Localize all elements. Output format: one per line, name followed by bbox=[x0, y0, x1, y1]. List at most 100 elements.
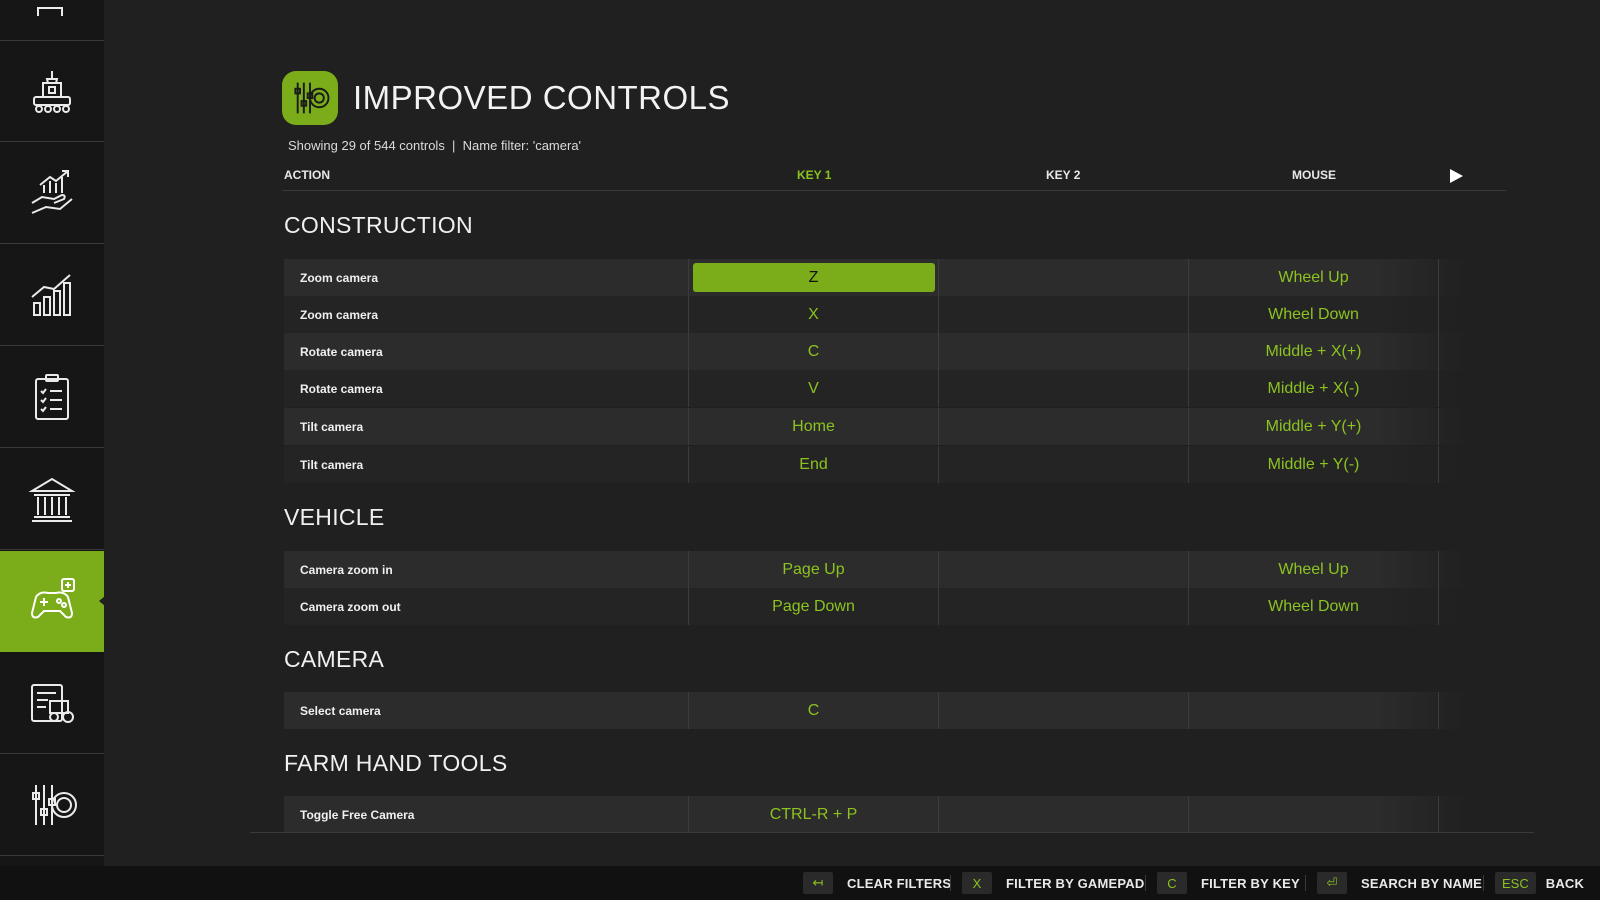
action-label: Camera zoom out bbox=[300, 599, 401, 614]
settings-icon bbox=[32, 785, 77, 825]
filter-by-gamepad-button[interactable]: X FILTER BY GAMEPAD bbox=[962, 872, 1144, 894]
statistics-icon bbox=[31, 274, 71, 316]
key1-binding[interactable]: End bbox=[688, 446, 938, 483]
search-by-name-label: SEARCH BY NAME bbox=[1361, 875, 1483, 891]
cell-divider bbox=[1438, 333, 1439, 370]
action-label: Zoom camera bbox=[300, 270, 379, 285]
sidebar-item-contracts[interactable] bbox=[0, 347, 104, 448]
key1-binding[interactable]: C bbox=[688, 692, 938, 729]
footer-action-bar: ↤ CLEAR FILTERS X FILTER BY GAMEPAD C FI… bbox=[0, 866, 1600, 900]
bank-icon bbox=[28, 477, 76, 522]
table-row[interactable]: Rotate camera C Middle + X(+) bbox=[284, 333, 1470, 370]
filter-by-key-label: FILTER BY KEY bbox=[1201, 875, 1300, 891]
table-row[interactable]: Rotate camera V Middle + X(-) bbox=[284, 370, 1470, 407]
key2-binding[interactable] bbox=[938, 588, 1188, 625]
key1-binding[interactable]: Page Down bbox=[688, 588, 938, 625]
sidebar-item-settings[interactable] bbox=[0, 755, 104, 856]
filter-by-gamepad-label: FILTER BY GAMEPAD bbox=[1006, 875, 1145, 891]
action-label: Rotate camera bbox=[300, 344, 383, 359]
column-header-key2[interactable]: KEY 2 bbox=[1046, 168, 1080, 182]
mouse-binding[interactable]: Wheel Down bbox=[1188, 588, 1438, 625]
action-label: Rotate camera bbox=[300, 381, 383, 396]
key2-binding[interactable] bbox=[938, 446, 1188, 483]
key1-binding[interactable]: X bbox=[688, 296, 938, 333]
esc-key-icon: ESC bbox=[1495, 872, 1536, 894]
backspace-key-icon: ↤ bbox=[803, 872, 833, 894]
key2-binding[interactable] bbox=[938, 408, 1188, 445]
key1-binding[interactable]: C bbox=[688, 333, 938, 370]
enter-key-icon: ⏎ bbox=[1317, 872, 1347, 894]
table-row[interactable]: Tilt camera Home Middle + Y(+) bbox=[284, 408, 1470, 445]
mouse-binding[interactable]: Middle + Y(-) bbox=[1188, 446, 1438, 483]
table-row[interactable]: Select camera C bbox=[284, 692, 1470, 729]
mouse-binding[interactable]: Middle + X(-) bbox=[1188, 370, 1438, 407]
key1-binding[interactable]: Z bbox=[688, 259, 938, 296]
column-header-key1[interactable]: KEY 1 bbox=[797, 168, 831, 182]
mouse-binding[interactable]: Wheel Up bbox=[1188, 551, 1438, 588]
action-label: Zoom camera bbox=[300, 307, 379, 322]
mod-logo bbox=[282, 71, 338, 125]
mouse-binding[interactable]: Wheel Up bbox=[1188, 259, 1438, 296]
action-label: Toggle Free Camera bbox=[300, 807, 415, 822]
finance-icon bbox=[31, 170, 73, 214]
cell-divider bbox=[1438, 796, 1439, 833]
sidebar-item-map[interactable] bbox=[0, 0, 104, 41]
action-label: Tilt camera bbox=[300, 419, 364, 434]
cell-divider bbox=[1438, 259, 1439, 296]
key1-binding[interactable]: Page Up bbox=[688, 551, 938, 588]
key2-binding[interactable] bbox=[938, 333, 1188, 370]
footer-separator bbox=[1483, 875, 1484, 891]
column-header-mouse[interactable]: MOUSE bbox=[1292, 168, 1336, 182]
sidebar-item-production[interactable] bbox=[0, 41, 104, 142]
key2-binding[interactable] bbox=[938, 551, 1188, 588]
back-button[interactable]: ESC BACK bbox=[1495, 872, 1584, 894]
key2-binding[interactable] bbox=[938, 296, 1188, 333]
mouse-binding[interactable]: Middle + X(+) bbox=[1188, 333, 1438, 370]
settings-icon bbox=[294, 82, 330, 114]
cell-divider bbox=[1438, 446, 1439, 483]
key2-binding[interactable] bbox=[938, 370, 1188, 407]
mouse-binding[interactable]: Middle + Y(+) bbox=[1188, 408, 1438, 445]
sidebar-item-finance[interactable] bbox=[0, 143, 104, 244]
search-by-name-button[interactable]: ⏎ SEARCH BY NAME bbox=[1317, 872, 1482, 894]
table-row[interactable]: Zoom camera Z Wheel Up bbox=[284, 259, 1470, 296]
mouse-binding[interactable] bbox=[1188, 692, 1438, 729]
column-header-action[interactable]: ACTION bbox=[284, 168, 330, 182]
mouse-binding[interactable]: Wheel Down bbox=[1188, 296, 1438, 333]
key1-binding[interactable]: V bbox=[688, 370, 938, 407]
table-row[interactable]: Tilt camera End Middle + Y(-) bbox=[284, 446, 1470, 483]
sidebar-item-vehicles[interactable] bbox=[0, 653, 104, 754]
cell-divider bbox=[1438, 588, 1439, 625]
action-label: Select camera bbox=[300, 703, 381, 718]
filter-by-key-button[interactable]: C FILTER BY KEY bbox=[1157, 872, 1300, 894]
c-key-icon: C bbox=[1157, 872, 1187, 894]
vehicle-list-icon bbox=[31, 684, 74, 723]
key1-binding[interactable]: Home bbox=[688, 408, 938, 445]
action-label: Tilt camera bbox=[300, 457, 364, 472]
footer-separator bbox=[950, 875, 951, 891]
header-divider bbox=[282, 190, 1506, 191]
sidebar-item-statistics[interactable] bbox=[0, 245, 104, 346]
production-icon bbox=[33, 71, 71, 113]
sidebar-item-controls[interactable] bbox=[0, 551, 105, 652]
sidebar-item-bank[interactable] bbox=[0, 449, 104, 550]
next-page-arrow-icon[interactable] bbox=[1449, 169, 1463, 183]
key1-binding[interactable]: CTRL-R + P bbox=[688, 796, 938, 833]
map-icon bbox=[37, 7, 63, 16]
clear-filters-button[interactable]: ↤ CLEAR FILTERS bbox=[803, 872, 951, 894]
list-bottom-divider bbox=[250, 832, 1534, 833]
key2-binding[interactable] bbox=[938, 796, 1188, 833]
gamepad-icon bbox=[30, 578, 75, 619]
footer-separator bbox=[1145, 875, 1146, 891]
key2-binding[interactable] bbox=[938, 692, 1188, 729]
filter-status: Showing 29 of 544 controls | Name filter… bbox=[288, 138, 582, 153]
table-row[interactable]: Toggle Free Camera CTRL-R + P bbox=[284, 796, 1470, 833]
key2-binding[interactable] bbox=[938, 259, 1188, 296]
clear-filters-label: CLEAR FILTERS bbox=[847, 875, 952, 891]
table-row[interactable]: Camera zoom out Page Down Wheel Down bbox=[284, 588, 1470, 625]
x-key-icon: X bbox=[962, 872, 992, 894]
table-row[interactable]: Camera zoom in Page Up Wheel Up bbox=[284, 551, 1470, 588]
mouse-binding[interactable] bbox=[1188, 796, 1438, 833]
table-row[interactable]: Zoom camera X Wheel Down bbox=[284, 296, 1470, 333]
cell-divider bbox=[1438, 370, 1439, 407]
